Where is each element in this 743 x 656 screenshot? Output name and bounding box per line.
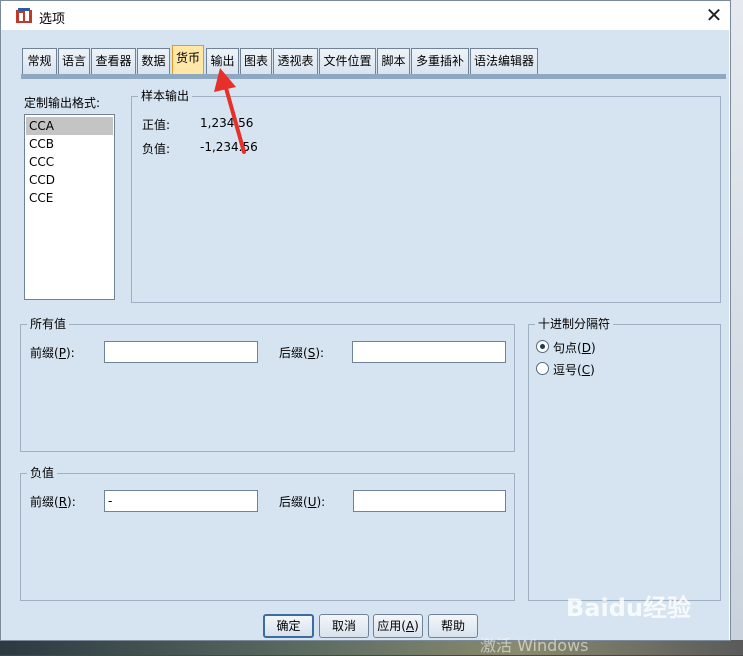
decimal-comma-label: 逗号(C) xyxy=(553,363,595,377)
dialog-title: 选项 xyxy=(39,12,66,27)
tab-scripts[interactable]: 脚本 xyxy=(377,48,410,74)
all-suffix-label: 后缀(S): xyxy=(279,346,325,360)
title-bar: 选项 ✕ xyxy=(1,1,730,31)
tab-pivot-tables[interactable]: 透视表 xyxy=(273,48,318,74)
close-icon[interactable]: ✕ xyxy=(701,3,727,29)
tab-general[interactable]: 常规 xyxy=(22,48,57,74)
all-values-title: 所有值 xyxy=(27,316,70,332)
radio-button[interactable] xyxy=(536,340,549,353)
decimal-separator-title: 十进制分隔符 xyxy=(535,316,614,332)
decimal-period-label: 句点(D) xyxy=(553,341,596,355)
negative-prefix-label: 前缀(R): xyxy=(30,495,76,509)
list-item[interactable]: CCD xyxy=(26,171,113,189)
tab-syntax-editor[interactable]: 语法编辑器 xyxy=(470,48,538,74)
cancel-button[interactable]: 取消 xyxy=(319,614,369,638)
positive-sample-value: 1,234.56 xyxy=(200,116,254,130)
radio-selected-dot xyxy=(540,344,545,349)
tab-strip-divider xyxy=(21,74,726,79)
watermark-brand: Baidu经验 xyxy=(566,594,691,622)
list-item[interactable]: CCE xyxy=(26,189,113,207)
watermark-activate: 激活 Windows xyxy=(480,636,589,655)
negative-label: 负值: xyxy=(142,142,171,156)
positive-label: 正值: xyxy=(142,118,171,132)
tab-viewer[interactable]: 查看器 xyxy=(91,48,136,74)
radio-button[interactable] xyxy=(536,362,549,375)
all-prefix-label: 前缀(P): xyxy=(30,346,75,360)
background-window-edge xyxy=(730,0,743,655)
tab-language[interactable]: 语言 xyxy=(58,48,90,74)
help-button[interactable]: 帮助 xyxy=(428,614,478,638)
decimal-period-radio[interactable]: 句点(D) xyxy=(536,339,616,355)
custom-formats-list[interactable]: CCA CCB CCC CCD CCE xyxy=(24,114,115,300)
list-item[interactable]: CCC xyxy=(26,153,113,171)
tab-currency[interactable]: 货币 xyxy=(172,45,204,75)
sample-output-title: 样本输出 xyxy=(138,88,193,104)
negative-suffix-label: 后缀(U): xyxy=(279,495,326,509)
ok-button[interactable]: 确定 xyxy=(263,614,314,638)
tab-output[interactable]: 输出 xyxy=(206,48,239,74)
tab-charts[interactable]: 图表 xyxy=(240,48,272,74)
tab-data[interactable]: 数据 xyxy=(137,48,170,74)
apply-button[interactable]: 应用(A) xyxy=(373,614,423,638)
list-item[interactable]: CCA xyxy=(26,117,113,135)
custom-formats-label: 定制输出格式: xyxy=(24,96,101,110)
negative-suffix-input[interactable] xyxy=(353,490,506,512)
app-icon xyxy=(16,8,32,23)
negative-sample-value: -1,234.56 xyxy=(200,140,258,154)
decimal-comma-radio[interactable]: 逗号(C) xyxy=(536,361,616,377)
list-item[interactable]: CCB xyxy=(26,135,113,153)
negative-prefix-input[interactable] xyxy=(104,490,258,512)
tab-multiple-imputations[interactable]: 多重插补 xyxy=(411,48,469,74)
all-prefix-input[interactable] xyxy=(104,341,258,363)
tab-file-locations[interactable]: 文件位置 xyxy=(319,48,376,74)
all-suffix-input[interactable] xyxy=(352,341,506,363)
desktop-background xyxy=(0,640,743,655)
negative-values-title: 负值 xyxy=(27,465,58,481)
